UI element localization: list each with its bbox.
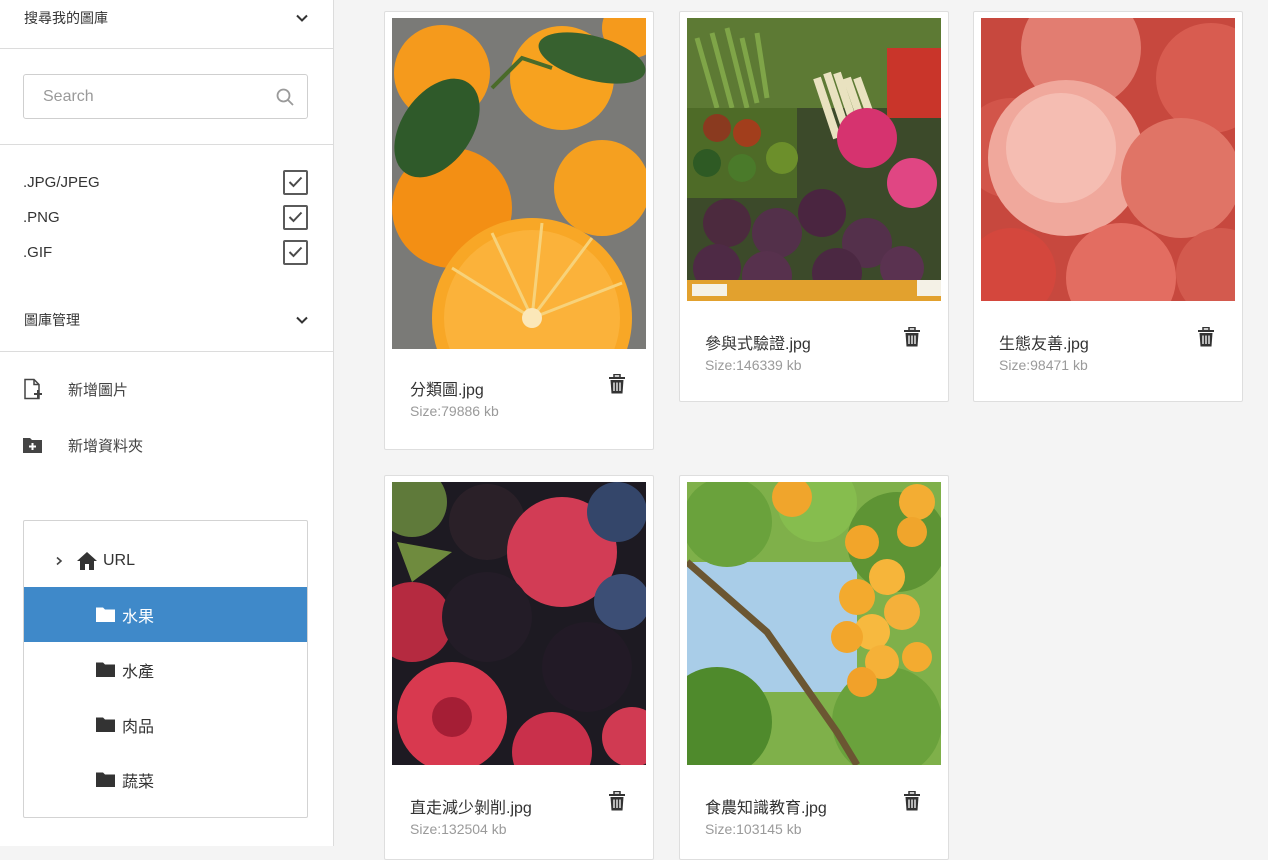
add-image-label: 新增圖片 [68,381,129,399]
filter-label: .GIF [23,243,53,261]
file-size: Size:146339 kb [705,357,802,373]
divider [0,351,333,352]
chevron-down-icon [296,14,308,22]
add-folder-button[interactable]: 新增資料夾 [22,434,143,456]
search-box [23,74,308,119]
trash-icon[interactable] [608,791,626,811]
filter-label: .JPG/JPEG [23,173,100,191]
trash-icon[interactable] [1197,327,1215,347]
search-icon[interactable] [275,87,295,107]
add-image-button[interactable]: 新增圖片 [22,378,128,400]
search-input[interactable] [41,86,275,107]
image-thumbnail[interactable] [687,18,941,301]
folder-icon [96,662,115,677]
tree-folder-seafood[interactable]: 水產 [24,642,307,697]
folder-tree: URL 水果 水產 肉品 蔬菜 [23,520,308,818]
file-name: 參與式驗證.jpg [705,336,811,353]
check-icon [288,176,303,188]
filter-label: .PNG [23,208,60,226]
sidebar: 搜尋我的圖庫 .JPG/JPEG .PNG .GIF 圖庫管理 [0,0,334,846]
filter-png-row: .PNG [23,204,308,230]
search-section-header[interactable]: 搜尋我的圖庫 [0,0,333,36]
file-name: 直走減少剝削.jpg [410,800,532,817]
tree-folder-vegetables[interactable]: 蔬菜 [24,752,307,807]
trash-icon[interactable] [903,791,921,811]
filter-png-checkbox[interactable] [283,204,308,230]
folder-icon [96,717,115,732]
tree-folder-label: 水產 [122,663,155,681]
image-thumbnail[interactable] [392,18,646,349]
tree-folder-label: 蔬菜 [122,773,155,791]
trash-icon[interactable] [903,327,921,347]
add-file-icon [24,378,42,400]
filter-gif-row: .GIF [23,239,308,265]
image-thumbnail[interactable] [981,18,1235,301]
divider [0,48,333,49]
file-name: 生態友善.jpg [999,336,1089,353]
tree-root-url[interactable]: URL [24,533,307,588]
file-name: 食農知識教育.jpg [705,800,827,817]
tree-root-label: URL [103,551,136,569]
file-size: Size:79886 kb [410,403,499,419]
filter-jpg-row: .JPG/JPEG [23,169,308,195]
gallery-card[interactable]: 參與式驗證.jpg Size:146339 kb [679,11,949,402]
chevron-right-icon[interactable] [54,556,64,566]
check-icon [288,246,303,258]
filter-jpg-checkbox[interactable] [283,169,308,195]
image-thumbnail[interactable] [687,482,941,765]
chevron-down-icon [296,316,308,324]
file-size: Size:103145 kb [705,821,802,837]
tree-folder-label: 水果 [122,608,155,626]
check-icon [288,211,303,223]
divider [0,144,333,145]
folder-icon [96,607,115,622]
search-section-title: 搜尋我的圖庫 [24,10,108,26]
gallery-card[interactable]: 直走減少剝削.jpg Size:132504 kb [384,475,654,860]
file-size: Size:98471 kb [999,357,1088,373]
manage-section-title: 圖庫管理 [24,312,80,328]
home-icon [77,551,97,570]
filter-gif-checkbox[interactable] [283,239,308,265]
gallery-card[interactable]: 生態友善.jpg Size:98471 kb [973,11,1243,402]
image-thumbnail[interactable] [392,482,646,765]
folder-icon [96,772,115,787]
tree-folder-meat[interactable]: 肉品 [24,697,307,752]
add-folder-label: 新增資料夾 [68,437,144,455]
tree-folder-label: 肉品 [122,718,155,736]
tree-folder-fruit[interactable]: 水果 [24,587,307,642]
file-size: Size:132504 kb [410,821,507,837]
gallery-card[interactable]: 分類圖.jpg Size:79886 kb [384,11,654,450]
file-name: 分類圖.jpg [410,382,484,399]
trash-icon[interactable] [608,374,626,394]
manage-section-header[interactable]: 圖庫管理 [0,302,333,338]
add-folder-icon [23,438,42,453]
gallery-card[interactable]: 食農知識教育.jpg Size:103145 kb [679,475,949,860]
